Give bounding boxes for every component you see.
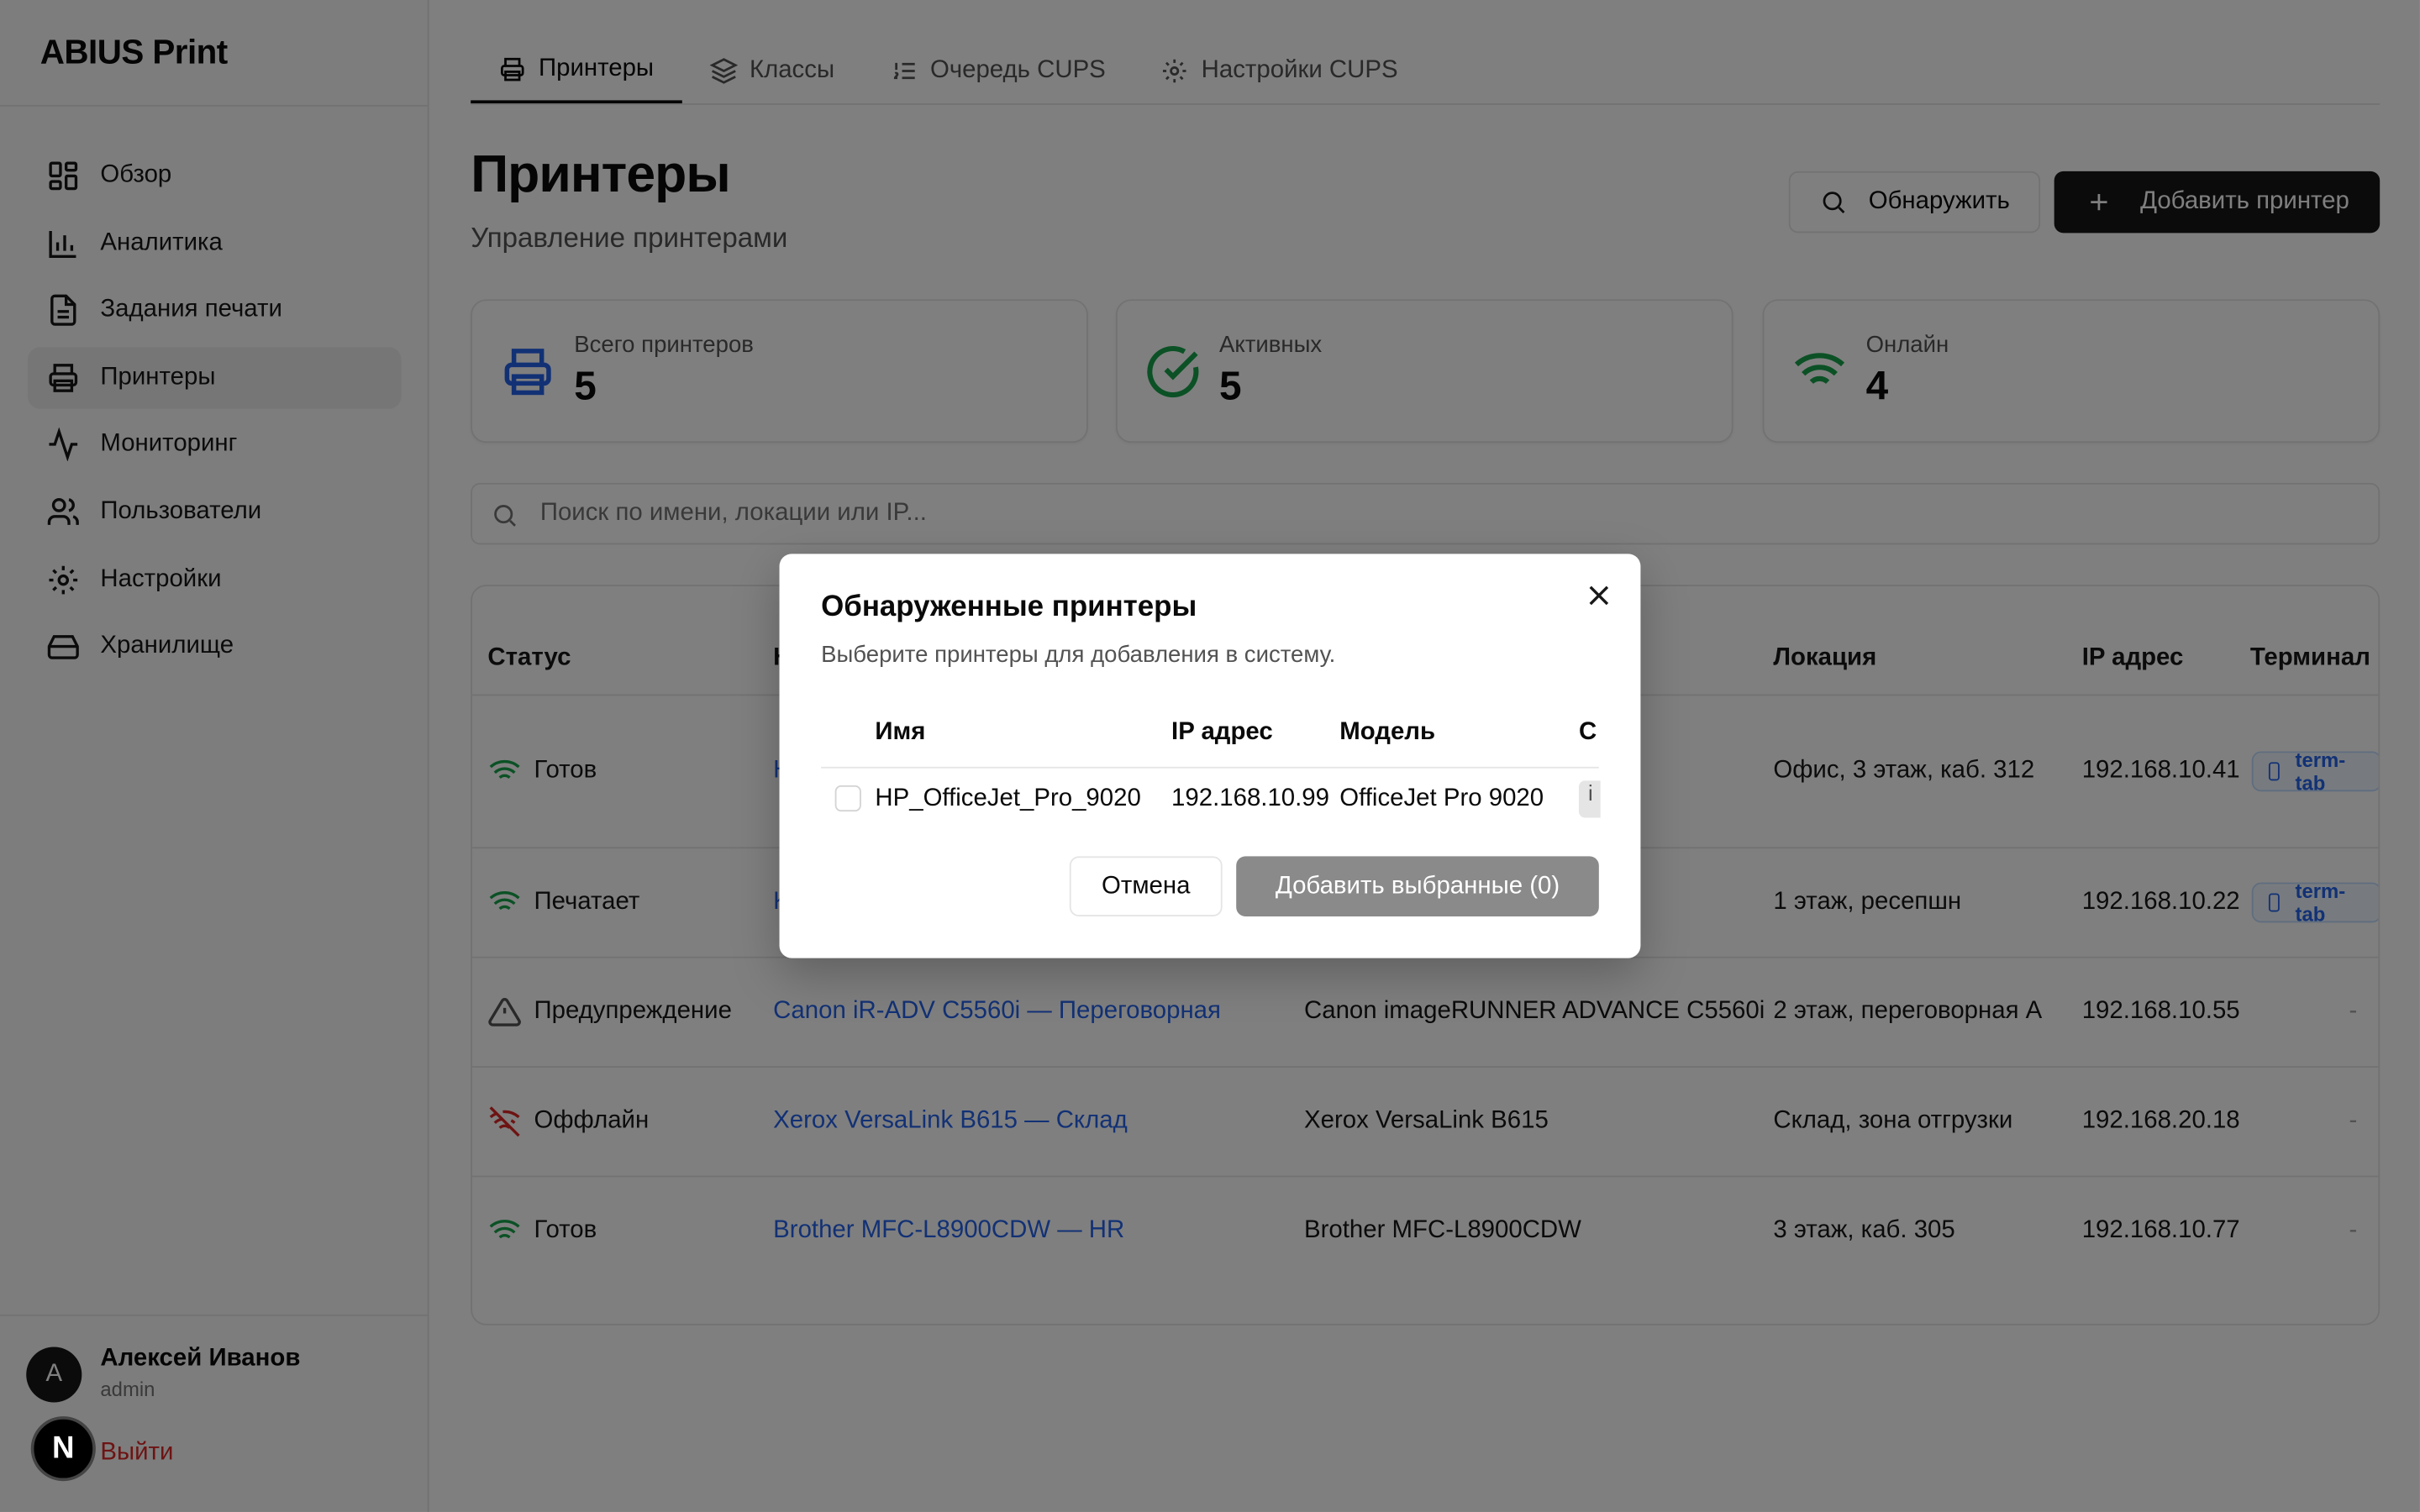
dev-tools-badge[interactable]: N [30,1416,96,1482]
dialog-title: Обнаруженные принтеры [821,591,1197,624]
select-printer-checkbox[interactable] [834,785,861,812]
protocol-chip: i [1578,780,1601,818]
column-header-model: Модель [1339,718,1436,746]
cancel-button[interactable]: Отмена [1069,856,1223,916]
close-icon[interactable] [1582,579,1616,612]
add-selected-button[interactable]: Добавить выбранные (0) [1236,856,1599,916]
app-root: ABIUS Print Обзор Аналитика Задания печа… [0,0,2420,1512]
divider [821,766,1599,769]
dialog-description: Выберите принтеры для добавления в систе… [821,642,1336,669]
column-header-extra: С [1578,718,1597,746]
discovered-printer-model: OfficeJet Pro 9020 [1339,785,1544,812]
column-header-ip: IP адрес [1171,718,1273,746]
discovered-printer-ip: 192.168.10.99 [1171,785,1330,812]
discovered-printer-name: HP_OfficeJet_Pro_9020 [875,785,1141,812]
column-header-name: Имя [875,718,926,746]
discovered-printers-dialog: Обнаруженные принтеры Выберите принтеры … [779,554,1641,958]
